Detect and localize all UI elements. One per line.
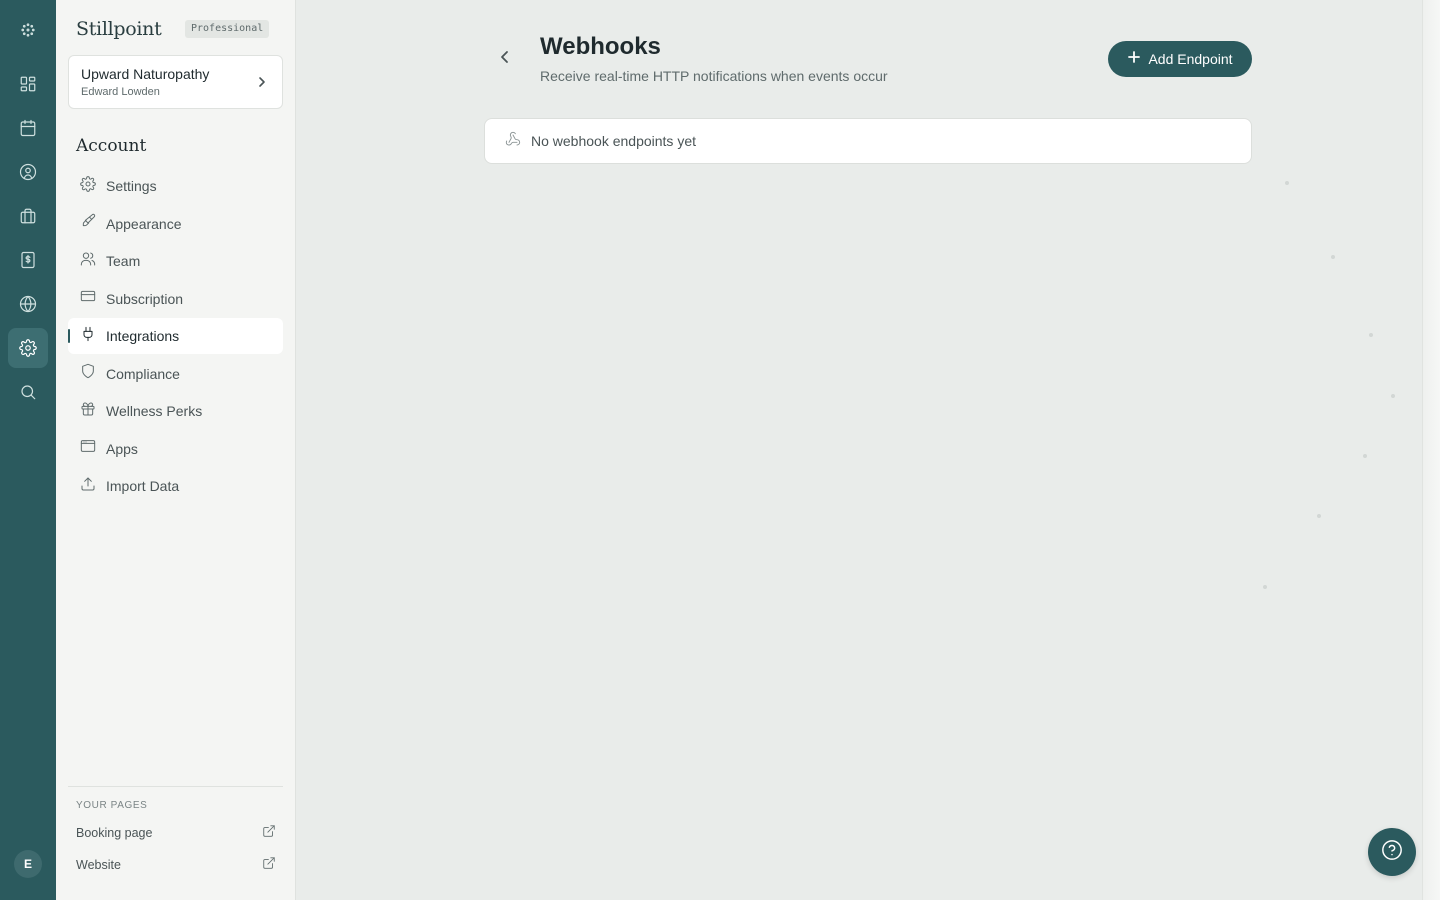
active-indicator (68, 329, 70, 343)
nav-item-integrations[interactable]: Integrations (68, 318, 283, 354)
search-icon[interactable] (8, 372, 48, 412)
panel-edge (1422, 0, 1440, 900)
background-dot (1285, 181, 1289, 185)
background-dot (1391, 394, 1395, 398)
chevron-left-icon (498, 50, 512, 69)
nav-label: Import Data (106, 478, 180, 494)
help-circle-icon (1381, 839, 1403, 866)
background-dot (1331, 255, 1335, 259)
nav-item-wellness-perks[interactable]: Wellness Perks (68, 393, 283, 429)
nav-item-import-data[interactable]: Import Data (68, 468, 283, 504)
add-endpoint-label: Add Endpoint (1148, 51, 1233, 67)
gear-icon (80, 175, 96, 197)
nav-label: Appearance (106, 215, 182, 232)
gift-icon (80, 401, 96, 422)
nav-label: Subscription (106, 290, 184, 307)
booking-page-link[interactable]: Booking page (76, 823, 276, 843)
section-heading-account: Account (76, 136, 147, 156)
website-link[interactable]: Website (76, 855, 276, 875)
webhooks-empty-state: No webhook endpoints yet (484, 118, 1252, 164)
link-label: Booking page (76, 826, 153, 840)
background-dot (1369, 333, 1373, 337)
nav-item-apps[interactable]: Apps (68, 431, 283, 467)
plug-icon (80, 326, 96, 347)
logo-mark-icon[interactable] (8, 10, 48, 50)
nav-label: Wellness Perks (106, 403, 203, 419)
shield-icon (80, 363, 96, 384)
dashboard-icon[interactable] (8, 64, 48, 104)
plus-icon (1127, 50, 1141, 69)
nav-label: Apps (106, 440, 138, 457)
help-button[interactable] (1368, 828, 1416, 876)
page-subtitle: Receive real-time HTTP notifications whe… (540, 68, 888, 84)
add-endpoint-button[interactable]: Add Endpoint (1108, 41, 1252, 77)
chevron-right-icon (256, 75, 268, 89)
nav-label: Integrations (106, 328, 180, 344)
globe-icon[interactable] (8, 284, 48, 324)
upload-icon (80, 476, 96, 497)
nav-item-compliance[interactable]: Compliance (68, 356, 283, 392)
nav-item-team[interactable]: Team (68, 243, 283, 279)
practice-owner: Edward Lowden (81, 86, 160, 98)
icon-rail: E (0, 0, 56, 900)
divider (68, 786, 283, 787)
webhook-icon (505, 131, 521, 152)
user-avatar[interactable]: E (14, 850, 42, 878)
calendar-icon[interactable] (8, 108, 48, 148)
external-link-icon (262, 824, 276, 843)
settings-sidebar: Stillpoint Professional Upward Naturopat… (56, 0, 296, 900)
background-dot (1263, 585, 1267, 589)
settings-icon[interactable] (8, 328, 48, 368)
nav-label: Settings (106, 178, 157, 194)
app-window-icon (80, 438, 96, 459)
page-title: Webhooks (540, 33, 661, 60)
back-button[interactable] (494, 48, 516, 70)
plan-badge: Professional (185, 20, 270, 38)
practice-switcher[interactable]: Upward Naturopathy Edward Lowden (68, 55, 283, 109)
nav-label: Team (106, 253, 141, 269)
brand-name: Stillpoint (76, 18, 162, 40)
empty-state-text: No webhook endpoints yet (531, 133, 696, 149)
your-pages-heading: YOUR PAGES (76, 800, 148, 811)
billing-icon[interactable] (8, 240, 48, 280)
users-icon (80, 251, 96, 272)
practice-name: Upward Naturopathy (81, 66, 210, 82)
clients-icon[interactable] (8, 152, 48, 192)
link-label: Website (76, 858, 121, 872)
background-dot (1363, 454, 1367, 458)
credit-card-icon (80, 288, 96, 309)
background-dot (1317, 514, 1321, 518)
briefcase-icon[interactable] (8, 196, 48, 236)
nav-item-settings[interactable]: Settings (68, 168, 283, 204)
nav-item-appearance[interactable]: Appearance (68, 206, 283, 242)
nav-item-subscription[interactable]: Subscription (68, 281, 283, 317)
nav-label: Compliance (106, 365, 180, 382)
settings-nav: Settings Appearance Team Subscription In… (68, 168, 283, 506)
external-link-icon (262, 856, 276, 875)
paintbrush-icon (80, 213, 96, 234)
